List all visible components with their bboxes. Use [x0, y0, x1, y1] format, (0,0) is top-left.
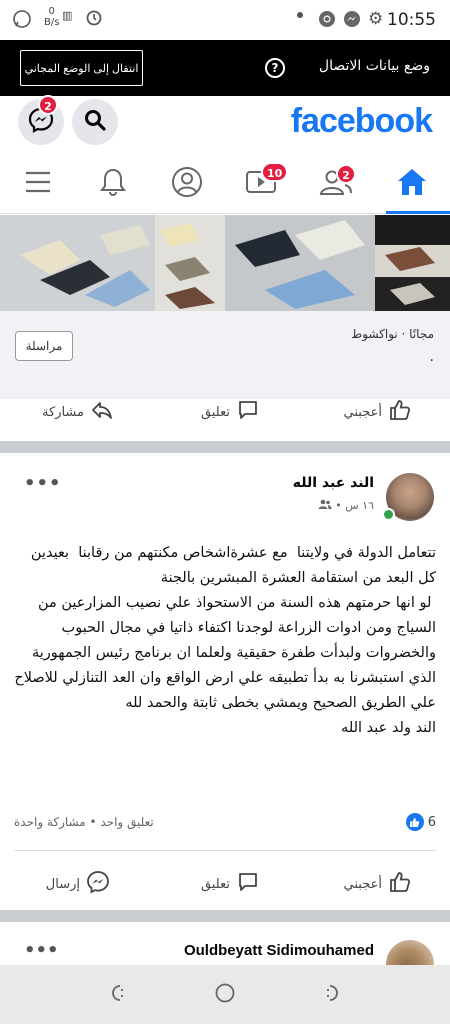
- comment-label: تعليق: [201, 876, 230, 892]
- friends-badge: 2: [336, 164, 356, 184]
- settings-gear-icon: ⚙: [368, 9, 384, 29]
- speed-value: 0: [48, 6, 55, 17]
- system-navigation-bar: [0, 965, 450, 1024]
- messenger-send-icon: [86, 870, 110, 898]
- send-button[interactable]: إرسال: [46, 859, 110, 909]
- comment-button[interactable]: تعليق: [201, 387, 260, 437]
- tab-friends[interactable]: 2: [306, 156, 366, 212]
- message-seller-button[interactable]: مراسلة: [15, 331, 73, 361]
- back-button[interactable]: [320, 981, 348, 1009]
- back-icon: [323, 982, 345, 1008]
- tab-bar: 10 2: [0, 156, 450, 214]
- marketplace-listing-info: مجانًا · نواكشوط . مراسلة: [0, 311, 450, 399]
- data-mode-label: وضع بيانات الاتصال: [318, 58, 430, 74]
- author-avatar[interactable]: [386, 940, 434, 965]
- whatsapp-icon: [12, 9, 34, 28]
- tab-menu[interactable]: [8, 156, 68, 212]
- top-header: 2 facebook: [0, 95, 450, 154]
- clock: 10:55: [387, 10, 436, 30]
- photo-tile: [375, 215, 450, 311]
- post-body-text: تتعامل الدولة في ولايتنا مع عشرةاشخاص مك…: [14, 545, 436, 736]
- alarm-icon: [85, 8, 103, 30]
- messenger-button[interactable]: 2: [18, 95, 64, 145]
- tab-home[interactable]: [382, 156, 442, 212]
- notification-dot-icon: [297, 12, 303, 18]
- post-more-options-icon[interactable]: •••: [24, 473, 62, 494]
- tab-watch[interactable]: 10: [231, 156, 291, 212]
- home-circle-icon: [214, 982, 236, 1008]
- share-icon: [90, 398, 114, 426]
- profile-icon: [171, 166, 203, 202]
- like-label: أعجبني: [343, 876, 382, 892]
- search-icon: [83, 108, 107, 136]
- photo-tile: [0, 215, 155, 311]
- home-system-button[interactable]: [211, 981, 239, 1009]
- like-button[interactable]: أعجبني: [344, 387, 412, 437]
- recent-apps-icon: [105, 982, 127, 1008]
- recent-apps-button[interactable]: [102, 981, 130, 1009]
- post-time-text: ١٦ س •: [335, 499, 374, 512]
- online-indicator: [382, 508, 395, 521]
- active-tab-indicator: [386, 211, 450, 214]
- marketplace-photo[interactable]: [0, 215, 450, 311]
- listing-title: .: [429, 349, 434, 365]
- sim-icon: ▥: [62, 9, 73, 22]
- chrome-icon: [318, 10, 336, 32]
- comment-button[interactable]: تعليق: [201, 859, 260, 909]
- friends-audience-icon: [318, 499, 332, 513]
- feed-separator: [0, 910, 450, 922]
- messenger-badge: 2: [38, 95, 58, 115]
- promo-action-bar: أعجبني تعليق مشاركة: [0, 387, 450, 437]
- post-more-options-icon[interactable]: •••: [24, 940, 59, 961]
- comment-icon: [236, 398, 260, 426]
- photo-tile: [155, 215, 225, 311]
- like-count: 6: [427, 814, 436, 830]
- watch-badge: 10: [261, 162, 289, 182]
- like-label: أعجبني: [343, 404, 382, 420]
- feed-separator: [0, 441, 450, 453]
- share-button[interactable]: مشاركة: [42, 387, 114, 437]
- reaction-summary[interactable]: 6: [405, 813, 436, 831]
- hamburger-menu-icon: [24, 170, 52, 198]
- facebook-logo[interactable]: facebook: [291, 102, 433, 141]
- feed-post: Ouldbeyatt Sidimouhamed •••: [0, 924, 450, 965]
- status-bar: 0 B/s ▥ ⚙ 10:55: [0, 0, 450, 40]
- feed-post: الند عبد الله ١٦ س • ••• تتعامل الدولة ف…: [0, 457, 450, 912]
- tab-notifications[interactable]: [83, 156, 143, 212]
- tab-profile[interactable]: [157, 156, 217, 212]
- share-label: مشاركة: [42, 404, 84, 420]
- comment-share-counts[interactable]: تعليق واحد • مشاركة واحدة: [14, 815, 154, 829]
- messenger-status-icon: [343, 10, 361, 32]
- post-action-bar: أعجبني تعليق إرسال: [0, 859, 450, 909]
- comment-label: تعليق: [201, 404, 230, 420]
- speed-unit: B/s: [44, 17, 60, 28]
- switch-free-mode-button[interactable]: انتقال إلى الوضع المجاني: [20, 50, 143, 86]
- comment-icon: [236, 870, 260, 898]
- post-author[interactable]: الند عبد الله: [293, 475, 374, 491]
- divider: [14, 850, 436, 851]
- help-icon[interactable]: ?: [265, 58, 285, 78]
- photo-tile: [225, 215, 375, 311]
- thumbs-up-icon: [388, 398, 412, 426]
- app-screen: 0 B/s ▥ ⚙ 10:55 انتقال إلى الوضع المجاني…: [0, 0, 450, 1024]
- post-timestamp: ١٦ س •: [318, 499, 374, 513]
- network-speed: 0 B/s: [44, 6, 59, 28]
- news-feed: مجانًا · نواكشوط . مراسلة أعجبني تعليق م…: [0, 215, 450, 965]
- send-label: إرسال: [45, 876, 80, 892]
- like-reaction-icon: [405, 813, 424, 831]
- listing-price-location: مجانًا · نواكشوط: [351, 327, 434, 341]
- thumbs-up-icon: [388, 870, 412, 898]
- like-button[interactable]: أعجبني: [344, 859, 412, 909]
- bell-icon: [99, 167, 127, 201]
- post-author[interactable]: Ouldbeyatt Sidimouhamed: [184, 942, 374, 959]
- search-button[interactable]: [72, 99, 118, 145]
- data-mode-banner: انتقال إلى الوضع المجاني ? وضع بيانات ال…: [0, 40, 450, 96]
- home-icon: [396, 167, 428, 201]
